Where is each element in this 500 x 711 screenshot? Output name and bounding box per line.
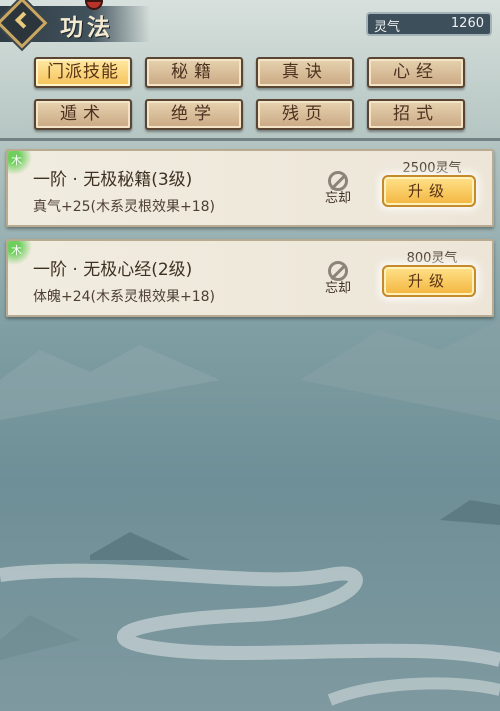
tab-ultimate-arts[interactable]: 绝学 (145, 99, 243, 130)
forget-button[interactable]: 忘却 (318, 171, 358, 206)
tab-heart-scripture[interactable]: 心经 (367, 57, 465, 88)
currency-display: 灵气 1260 (366, 12, 492, 36)
tab-fragments[interactable]: 残页 (256, 99, 354, 130)
tab-secret-books[interactable]: 秘籍 (145, 57, 243, 88)
forget-button[interactable]: 忘却 (318, 261, 358, 296)
tab-escape-arts[interactable]: 遁术 (34, 99, 132, 130)
page-title: 功法 (60, 14, 114, 41)
element-badge-wood: 木 (8, 151, 36, 175)
skill-name: 一阶 · 无极秘籍(3级) (33, 170, 193, 190)
prohibited-icon (328, 171, 348, 191)
skill-description: 真气+25(木系灵根效果+18) (33, 199, 216, 215)
river-path-lower (327, 677, 500, 706)
chevron-left-icon (14, 11, 32, 29)
upgrade-cost: 800灵气 (406, 251, 458, 266)
mountain-bottom-left (0, 615, 80, 660)
mountain-far-right (440, 500, 500, 525)
skill-card: 木 一阶 · 无极心经(2级) 体魄+24(木系灵根效果+18) 忘却 800灵… (6, 239, 494, 317)
skill-description: 体魄+24(木系灵根效果+18) (33, 289, 216, 305)
prohibited-icon (328, 261, 348, 281)
upgrade-button[interactable]: 升级 (382, 265, 476, 297)
tab-true-formula[interactable]: 真诀 (256, 57, 354, 88)
tab-moves[interactable]: 招式 (367, 99, 465, 130)
upgrade-cost: 2500灵气 (402, 161, 462, 176)
river-path (0, 563, 500, 667)
element-badge-wood: 木 (8, 241, 36, 265)
mountain-mid (90, 532, 190, 560)
skill-card: 木 一阶 · 无极秘籍(3级) 真气+25(木系灵根效果+18) 忘却 2500… (6, 149, 494, 227)
currency-value: 1260 (450, 16, 484, 31)
skill-name: 一阶 · 无极心经(2级) (33, 260, 193, 280)
top-bar: 功法 灵气 1260 (0, 0, 500, 49)
tab-sect-skills[interactable]: 门派技能 (34, 57, 132, 88)
tab-divider (0, 138, 500, 141)
upgrade-button[interactable]: 升级 (382, 175, 476, 207)
mountain-left (0, 345, 220, 420)
currency-label: 灵气 (374, 20, 401, 35)
mountain-right (300, 320, 500, 420)
